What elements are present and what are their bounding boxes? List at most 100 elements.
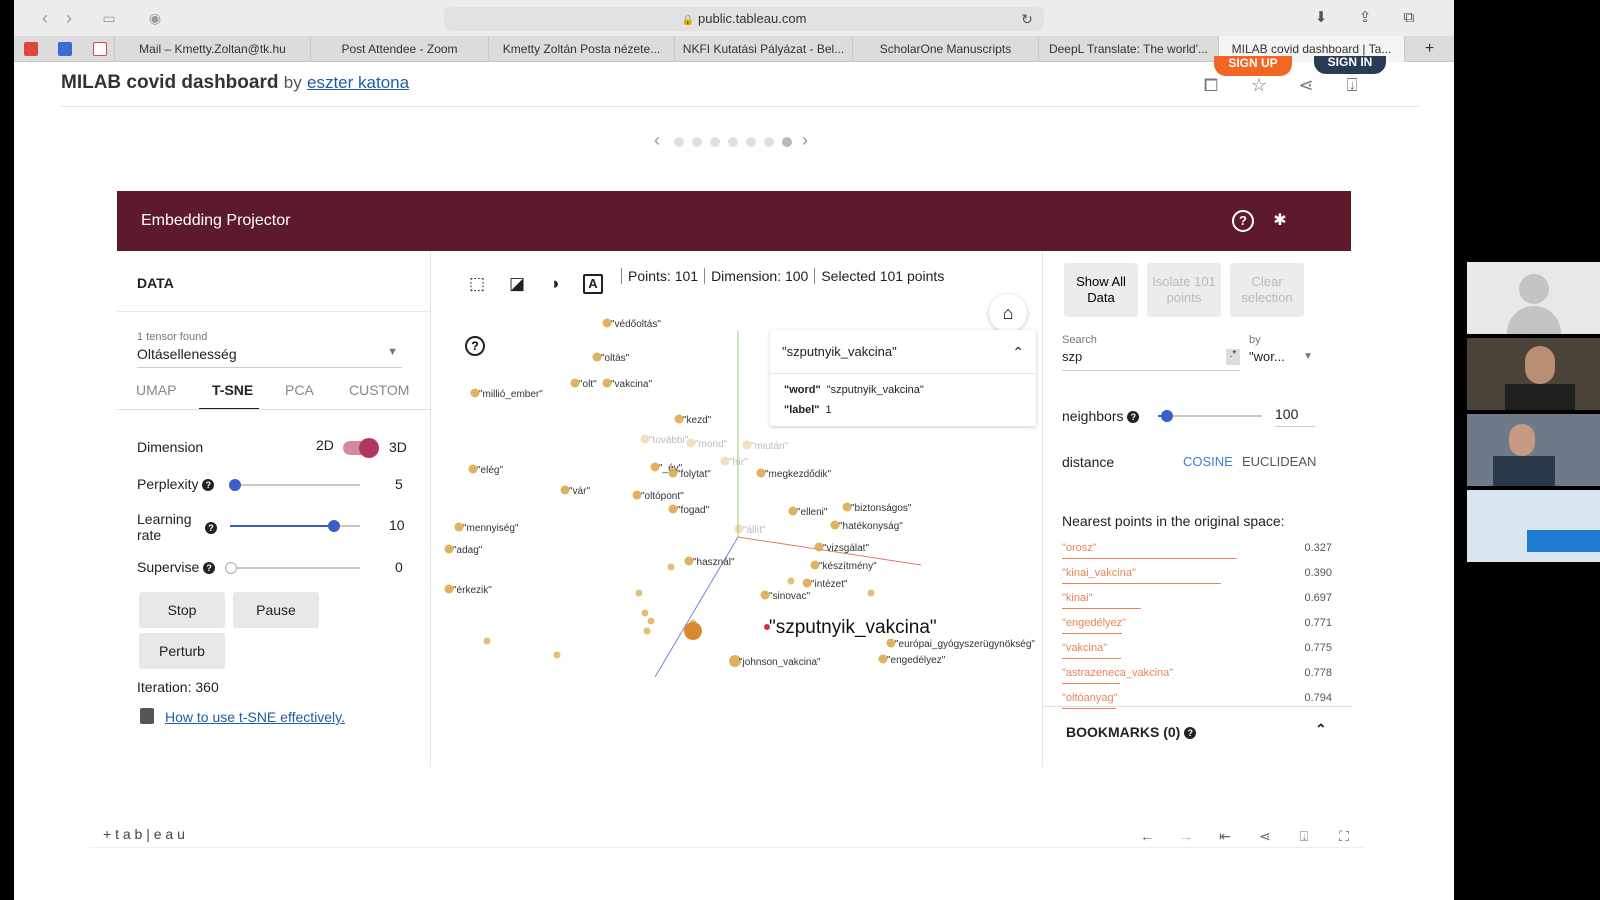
tab-deepl[interactable]: DeepL Translate: The world'... [1038, 36, 1218, 62]
page-dot[interactable] [764, 137, 774, 147]
help-icon[interactable]: ? [202, 479, 215, 492]
copy-icon[interactable]: ⧠ [1200, 74, 1222, 96]
list-item[interactable]: "vakcina" 0.775 [1062, 642, 1332, 666]
perturb-button[interactable]: Perturb [139, 633, 225, 669]
chevron-up-icon[interactable]: ⌃ [1315, 721, 1327, 738]
page-dot[interactable] [692, 137, 702, 147]
new-tab-button[interactable]: + [1404, 36, 1454, 62]
tab-posta[interactable]: Kmetty Zoltán Posta nézete... [488, 36, 674, 62]
neighbors-slider[interactable] [1158, 410, 1262, 422]
neighbor-word: "oltóanyag" [1062, 692, 1118, 704]
slider-knob[interactable] [1161, 410, 1173, 422]
slider-knob[interactable] [229, 479, 242, 491]
scatter-plot[interactable]: "védőoltás" "oltás" "olt" "vakcina" "millió_… [431, 251, 1042, 767]
tab-zoom[interactable]: Post Attendee - Zoom [310, 36, 488, 62]
page-dot[interactable] [710, 137, 720, 147]
neighbor-word: "astrazeneca_vakcina" [1062, 667, 1174, 679]
back-icon[interactable]: ‹ [34, 8, 56, 28]
neighbor-distance: 0.778 [1304, 667, 1332, 679]
dimension-toggle[interactable] [343, 438, 379, 458]
toggle-knob [359, 438, 379, 458]
share-icon[interactable]: ⋖ [1295, 74, 1317, 96]
page-dot[interactable] [728, 137, 738, 147]
extension-icon[interactable]: ◉ [144, 8, 166, 28]
help-icon[interactable]: ? [205, 522, 217, 534]
tab-nkfi[interactable]: NKFI Kutatási Pályázat - Bel... [674, 36, 852, 62]
tab-custom[interactable]: CUSTOM [349, 382, 409, 398]
author-link[interactable]: eszter katona [307, 73, 409, 92]
bug-icon[interactable]: ✱ [1269, 210, 1291, 232]
help-icon[interactable]: ? [1232, 210, 1254, 232]
signin-button[interactable]: SIGN IN [1314, 56, 1386, 74]
cosine-button[interactable]: COSINE [1183, 454, 1233, 469]
reload-icon[interactable]: ↻ [1016, 9, 1038, 29]
regex-icon[interactable]: .* [1226, 349, 1240, 365]
tab-tsne[interactable]: T-SNE [212, 382, 253, 398]
page-dot[interactable] [746, 137, 756, 147]
tab-scholarone[interactable]: ScholarOne Manuscripts [852, 36, 1038, 62]
isolate-button[interactable]: Isolate 101 points [1147, 263, 1221, 317]
help-icon[interactable]: ? [1184, 727, 1197, 740]
show-all-button[interactable]: Show All Data [1064, 263, 1138, 317]
list-item[interactable]: "kinai_vakcina" 0.390 [1062, 567, 1332, 591]
tensor-select[interactable]: Oltásellenesség ▼ [137, 346, 402, 368]
address-bar[interactable]: 🔒 public.tableau.com [444, 7, 1044, 31]
scatter-point [787, 577, 795, 585]
undo-icon[interactable]: ← [1137, 826, 1157, 846]
share-icon[interactable]: ⋖ [1255, 826, 1275, 846]
download-icon[interactable]: ⬇ [1310, 8, 1332, 28]
fullscreen-icon[interactable]: ⛶ [1334, 826, 1354, 846]
learning-rate-slider[interactable] [230, 520, 360, 532]
list-item[interactable]: "orosz" 0.327 [1062, 542, 1332, 566]
download-icon[interactable]: ⍗ [1341, 74, 1363, 96]
supervise-slider[interactable] [225, 562, 360, 574]
perplexity-slider[interactable] [229, 479, 360, 491]
perplexity-text: Perplexity [137, 476, 199, 492]
euclidean-button[interactable]: EUCLIDEAN [1242, 454, 1316, 469]
star-icon[interactable]: ☆ [1248, 74, 1270, 96]
page-dot[interactable] [674, 137, 684, 147]
prev-icon[interactable]: ‹ [654, 130, 660, 151]
slider-knob[interactable] [328, 520, 340, 532]
sidebar-icon[interactable]: ▭ [98, 8, 120, 28]
scatter-label: "használ" [693, 557, 735, 568]
pause-button[interactable]: Pause [233, 592, 319, 628]
help-icon[interactable]: ? [1127, 411, 1140, 424]
list-item[interactable]: "oltóanyag" 0.794 [1062, 692, 1332, 716]
tableau-logo[interactable]: + t a b | e a u [103, 826, 185, 842]
tableau-footer: + t a b | e a u ← → ⇤ ⋖ ⍗ ⛶ [89, 822, 1364, 848]
app-favicon-icon[interactable] [24, 42, 38, 56]
neighbors-input[interactable]: 100 [1275, 403, 1315, 427]
lock-icon: 🔒 [681, 15, 695, 26]
tab-mail[interactable]: Mail – Kmetty.Zoltan@tk.hu [114, 36, 310, 62]
download-icon[interactable]: ⍗ [1294, 826, 1314, 846]
help-icon[interactable]: ? [203, 562, 216, 575]
bookmarks-header[interactable]: BOOKMARKS (0) ? [1066, 724, 1197, 740]
clear-selection-button[interactable]: Clear selection [1230, 263, 1304, 317]
howto-link[interactable]: How to use t-SNE effectively. [165, 709, 345, 725]
tab-umap[interactable]: UMAP [136, 382, 176, 398]
slider-knob[interactable] [225, 562, 237, 574]
redo-icon[interactable]: → [1176, 826, 1196, 846]
list-item[interactable]: "astrazeneca_vakcina" 0.778 [1062, 667, 1332, 691]
supervise-label: Supervise ? [137, 559, 216, 575]
search-input[interactable]: szp .* [1062, 349, 1240, 371]
share-icon[interactable]: ⇪ [1354, 8, 1376, 28]
scatter-label: "hír" [729, 457, 748, 468]
chevron-up-icon[interactable]: ⌃ [1012, 330, 1024, 374]
forward-icon[interactable]: › [58, 8, 80, 28]
gmail-favicon-icon[interactable] [93, 42, 107, 56]
revert-icon[interactable]: ⇤ [1215, 826, 1235, 846]
list-item[interactable]: "engedélyez" 0.771 [1062, 617, 1332, 641]
list-item[interactable]: "kinai" 0.697 [1062, 592, 1332, 616]
signup-button[interactable]: SIGN UP [1214, 56, 1292, 76]
neighbor-bar [1062, 583, 1221, 584]
tabs-overview-icon[interactable]: ⧉ [1398, 8, 1420, 28]
by-select[interactable]: "wor... ▼ [1249, 349, 1313, 371]
mail-favicon-icon[interactable] [58, 42, 72, 56]
stop-button[interactable]: Stop [139, 592, 225, 628]
tab-pca[interactable]: PCA [285, 382, 314, 398]
page-dot-active[interactable] [782, 137, 792, 147]
next-icon[interactable]: › [802, 130, 808, 151]
scatter-label: "vizsgálat" [823, 543, 869, 554]
